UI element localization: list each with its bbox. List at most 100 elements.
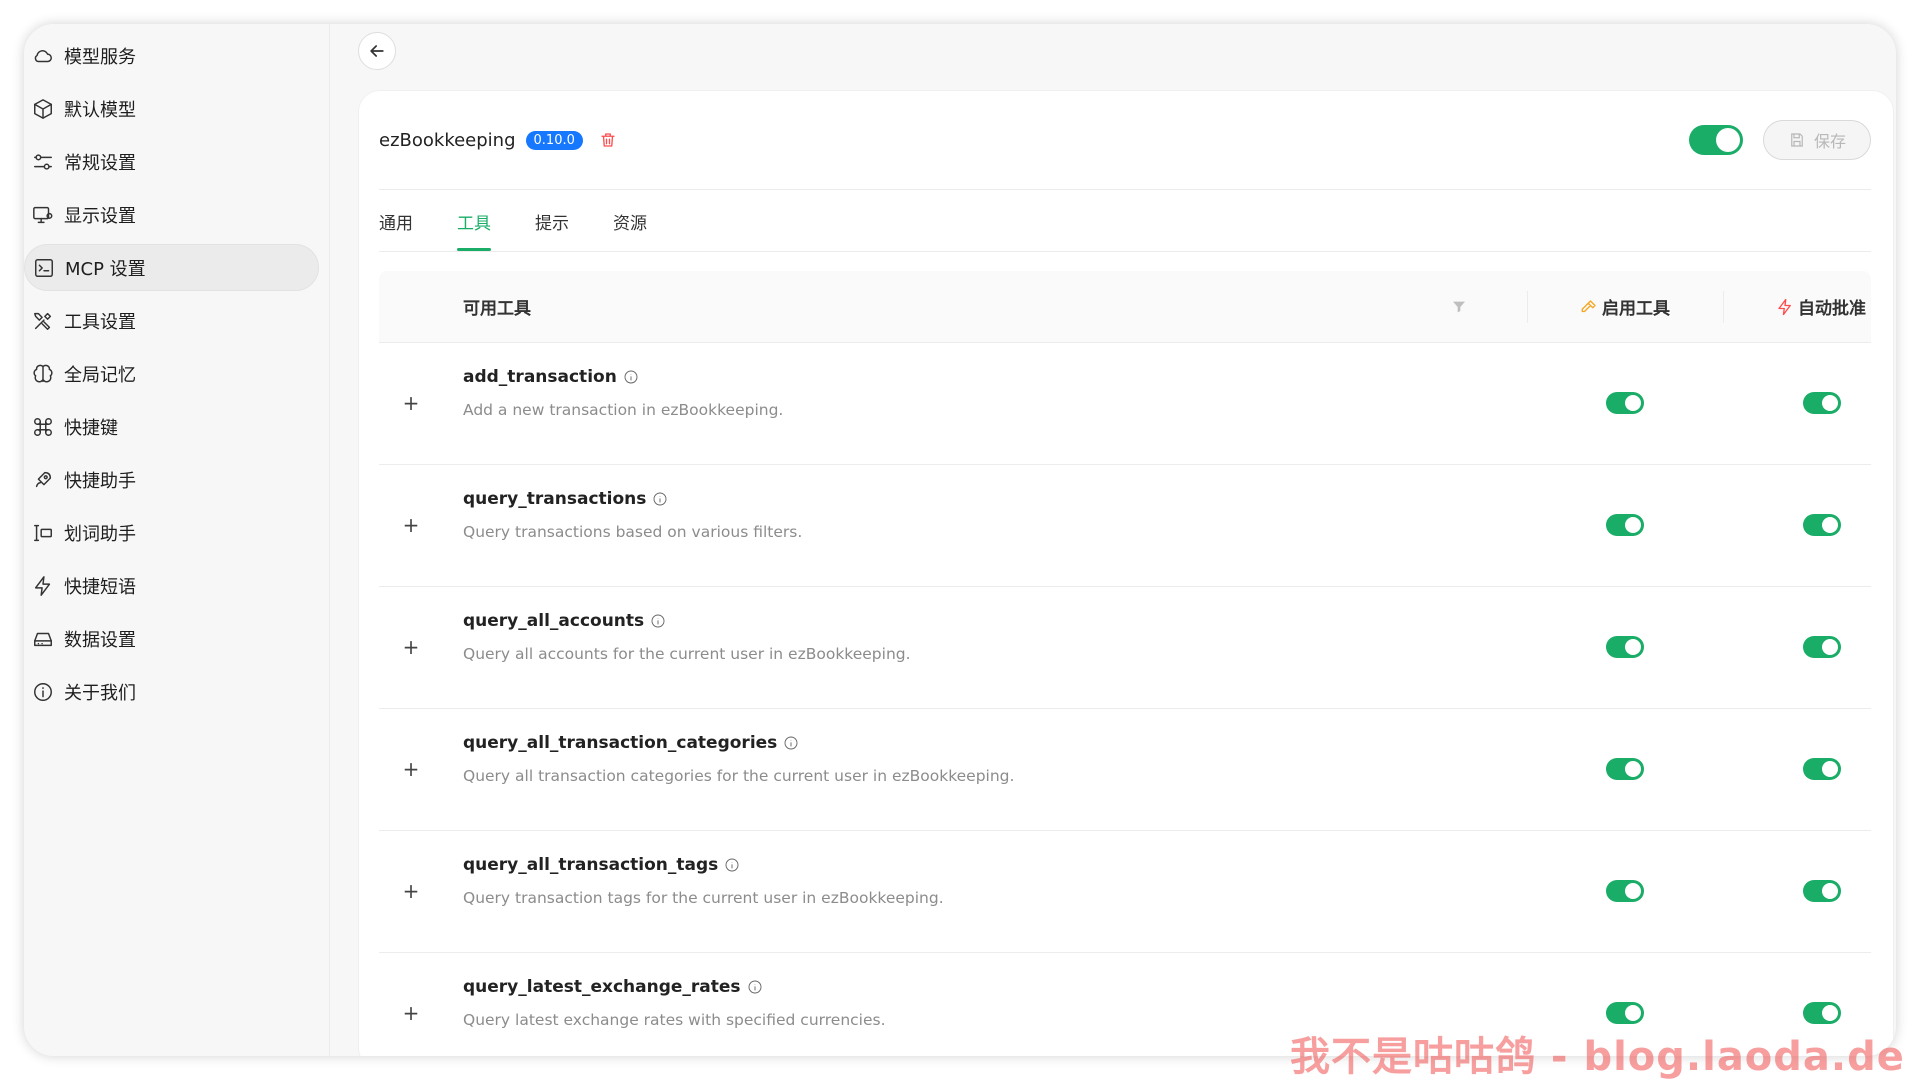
sidebar: 模型服务 默认模型 常规设置 显示设置 MCP 设置 工具设置 全局记忆 快捷键… (24, 24, 330, 1056)
mcp-server-card: ezBookkeeping 0.10.0 保存 通用 工具 提示 资源 可用工具… (358, 90, 1894, 1056)
tools-icon (30, 308, 56, 334)
sidebar-item-display-settings[interactable]: 显示设置 (24, 191, 319, 238)
sidebar-item-label: 模型服务 (64, 46, 136, 68)
expand-plus-icon[interactable]: + (401, 1003, 421, 1023)
expand-plus-icon[interactable]: + (401, 759, 421, 779)
tool-name: query_all_accounts (463, 611, 666, 631)
command-icon (30, 414, 56, 440)
expand-plus-icon[interactable]: + (401, 637, 421, 657)
sidebar-item-selection-assistant[interactable]: 划词助手 (24, 509, 319, 556)
sidebar-item-tool-settings[interactable]: 工具设置 (24, 297, 319, 344)
sidebar-item-mcp-settings[interactable]: MCP 设置 (24, 244, 319, 291)
app-window: 模型服务 默认模型 常规设置 显示设置 MCP 设置 工具设置 全局记忆 快捷键… (24, 24, 1896, 1056)
enable-tool-toggle[interactable] (1606, 1002, 1644, 1024)
toggle-knob (1822, 639, 1838, 655)
brain-icon (30, 361, 56, 387)
tool-name: query_latest_exchange_rates (463, 977, 763, 997)
sidebar-item-label: 快捷助手 (64, 470, 136, 492)
info-circle-icon[interactable] (652, 491, 668, 507)
tool-name-text: query_transactions (463, 489, 647, 509)
tool-name-text: add_transaction (463, 367, 617, 387)
table-row: + query_all_transaction_categories Query… (379, 709, 1871, 831)
zap-icon (1778, 298, 1791, 315)
version-badge: 0.10.0 (525, 130, 583, 150)
enable-tool-toggle[interactable] (1606, 758, 1644, 780)
table-row: + query_all_transaction_tags Query trans… (379, 831, 1871, 953)
sidebar-item-label: 显示设置 (64, 205, 136, 227)
tool-description: Query latest exchange rates with specifi… (463, 1011, 886, 1029)
sidebar-item-model-service[interactable]: 模型服务 (24, 32, 319, 79)
expand-plus-icon[interactable]: + (401, 515, 421, 535)
tool-name: query_all_transaction_categories (463, 733, 799, 753)
toggle-knob (1716, 128, 1740, 152)
column-header-enable: 启用工具 (1527, 294, 1723, 319)
auto-approve-toggle[interactable] (1803, 1002, 1841, 1024)
column-header-auto-approve: 自动批准 (1723, 294, 1896, 319)
enable-tool-toggle[interactable] (1606, 514, 1644, 536)
enable-tool-toggle[interactable] (1606, 636, 1644, 658)
column-header-tools: 可用工具 (463, 299, 531, 319)
tool-description: Query all accounts for the current user … (463, 645, 911, 663)
sidebar-item-global-memory[interactable]: 全局记忆 (24, 350, 319, 397)
sidebar-item-about[interactable]: 关于我们 (24, 668, 319, 715)
info-circle-icon[interactable] (783, 735, 799, 751)
sidebar-item-label: 快捷短语 (64, 576, 136, 598)
zap-icon (30, 573, 56, 599)
auto-approve-toggle[interactable] (1803, 392, 1841, 414)
tool-name: query_transactions (463, 489, 668, 509)
info-circle-icon[interactable] (650, 613, 666, 629)
column-header-approve-label: 自动批准 (1798, 299, 1866, 319)
tab-general[interactable]: 通用 (379, 191, 413, 251)
toggle-knob (1822, 761, 1838, 777)
sidebar-item-general-settings[interactable]: 常规设置 (24, 138, 319, 185)
server-enable-toggle[interactable] (1689, 125, 1743, 155)
toggle-knob (1822, 395, 1838, 411)
arrow-left-icon (370, 45, 384, 57)
info-icon (30, 679, 56, 705)
expand-plus-icon[interactable]: + (401, 393, 421, 413)
trash-icon[interactable] (599, 131, 617, 149)
toggle-knob (1625, 761, 1641, 777)
auto-approve-toggle[interactable] (1803, 758, 1841, 780)
sidebar-item-default-model[interactable]: 默认模型 (24, 85, 319, 132)
info-circle-icon[interactable] (747, 979, 763, 995)
enable-tool-toggle[interactable] (1606, 880, 1644, 902)
auto-approve-toggle[interactable] (1803, 514, 1841, 536)
hard-drive-icon (30, 626, 56, 652)
enable-tool-toggle[interactable] (1606, 392, 1644, 414)
sidebar-item-quick-phrases[interactable]: 快捷短语 (24, 562, 319, 609)
toggle-knob (1625, 883, 1641, 899)
sidebar-item-quick-assistant[interactable]: 快捷助手 (24, 456, 319, 503)
filter-icon[interactable] (1451, 299, 1467, 315)
rocket-icon (30, 467, 56, 493)
auto-approve-toggle[interactable] (1803, 636, 1841, 658)
sidebar-item-data-settings[interactable]: 数据设置 (24, 615, 319, 662)
info-circle-icon[interactable] (623, 369, 639, 385)
server-header: ezBookkeeping 0.10.0 保存 (379, 115, 1871, 165)
info-circle-icon[interactable] (724, 857, 740, 873)
sidebar-item-shortcuts[interactable]: 快捷键 (24, 403, 319, 450)
sliders-icon (30, 149, 56, 175)
tool-name-text: query_all_accounts (463, 611, 645, 631)
save-button-label: 保存 (1813, 132, 1846, 151)
sidebar-item-label: 默认模型 (64, 99, 136, 121)
sidebar-item-label: 工具设置 (64, 311, 136, 333)
hammer-icon (1581, 299, 1596, 312)
tab-resources[interactable]: 资源 (613, 191, 647, 251)
auto-approve-toggle[interactable] (1803, 880, 1841, 902)
save-button[interactable]: 保存 (1763, 120, 1871, 160)
sidebar-item-label: 常规设置 (64, 152, 136, 174)
tool-name-text: query_latest_exchange_rates (463, 977, 741, 997)
tab-bar: 通用 工具 提示 资源 (379, 191, 691, 251)
table-header: 可用工具 启用工具 自动批准 (379, 271, 1871, 343)
header-actions: 保存 (1689, 115, 1871, 165)
toggle-knob (1822, 1005, 1838, 1021)
back-button[interactable] (358, 32, 396, 70)
server-name: ezBookkeeping (379, 129, 516, 151)
sidebar-item-label: 划词助手 (64, 523, 136, 545)
toggle-knob (1625, 639, 1641, 655)
tab-tools[interactable]: 工具 (457, 191, 491, 251)
tab-prompts[interactable]: 提示 (535, 191, 569, 251)
toggle-knob (1625, 395, 1641, 411)
expand-plus-icon[interactable]: + (401, 881, 421, 901)
